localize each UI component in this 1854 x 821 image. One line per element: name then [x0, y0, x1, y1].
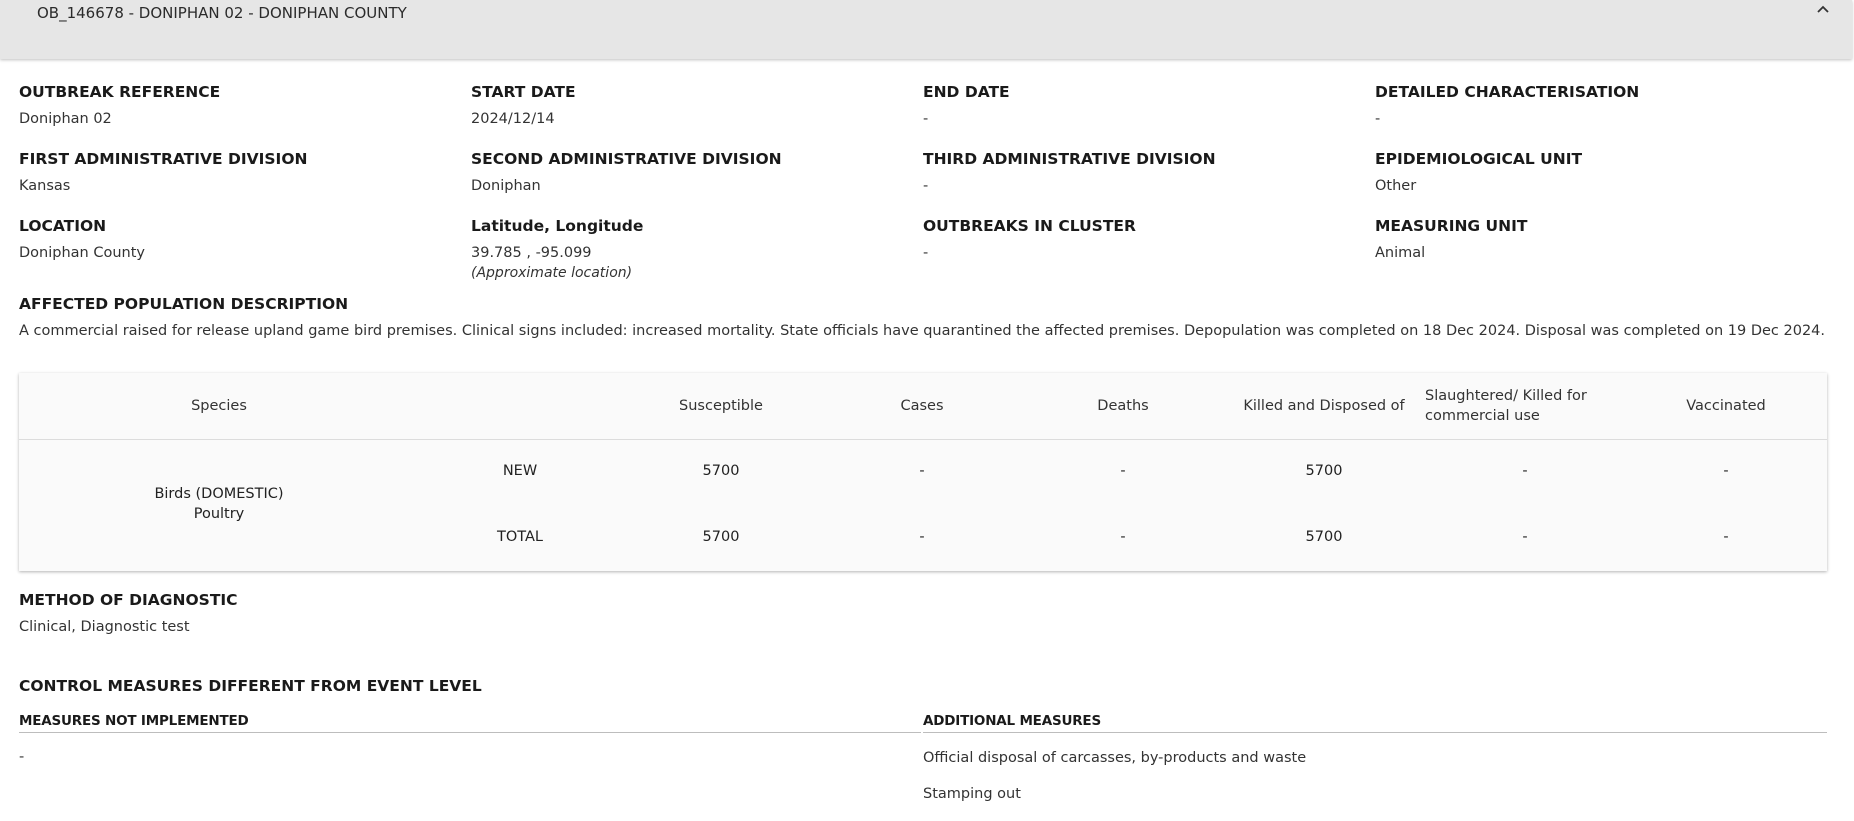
control-measures-label: CONTROL MEASURES DIFFERENT FROM EVENT LE…: [19, 677, 482, 695]
row-new-killed-disposed: 5700: [1305, 463, 1343, 479]
first-admin-division-label: FIRST ADMINISTRATIVE DIVISION: [19, 150, 308, 168]
end-date-value: -: [923, 111, 929, 127]
start-date-value: 2024/12/14: [471, 111, 555, 127]
header-deaths: Deaths: [1097, 398, 1149, 414]
row-total-deaths: -: [1120, 529, 1126, 545]
additional-measure-item: Stamping out: [923, 786, 1021, 802]
row-new-susceptible: 5700: [702, 463, 740, 479]
location-label: LOCATION: [19, 217, 107, 235]
header-susceptible: Susceptible: [679, 398, 763, 414]
additional-measure-item: Official disposal of carcasses, by-produ…: [923, 750, 1307, 766]
row-total-killed-disposed: 5700: [1305, 529, 1343, 545]
approximate-location-note: (Approximate location): [471, 265, 633, 281]
measuring-unit-label: MEASURING UNIT: [1375, 217, 1528, 235]
start-date-label: START DATE: [471, 83, 576, 101]
second-admin-division-label: SECOND ADMINISTRATIVE DIVISION: [471, 150, 782, 168]
affected-population-text: A commercial raised for release upland g…: [19, 323, 1826, 339]
detailed-characterisation-value: -: [1375, 111, 1381, 127]
detailed-characterisation-label: DETAILED CHARACTERISATION: [1375, 83, 1640, 101]
outbreaks-in-cluster-value: -: [923, 245, 929, 261]
row-total-slaughtered: -: [1522, 529, 1528, 545]
epidemiological-unit-label: EPIDEMIOLOGICAL UNIT: [1375, 150, 1583, 168]
panel-title: OB_146678 - DONIPHAN 02 - DONIPHAN COUNT…: [37, 4, 407, 22]
measuring-unit-value: Animal: [1375, 245, 1426, 261]
outbreaks-in-cluster-label: OUTBREAKS IN CLUSTER: [923, 217, 1136, 235]
method-of-diagnostic-label: METHOD OF DIAGNOSTIC: [19, 591, 238, 609]
second-admin-division-value: Doniphan: [471, 178, 541, 194]
row-total-vaccinated: -: [1723, 529, 1729, 545]
row-new-deaths: -: [1120, 463, 1126, 479]
header-species: Species: [191, 398, 247, 414]
row-new-cases: -: [919, 463, 925, 479]
row-new-type: NEW: [502, 463, 538, 479]
epidemiological-unit-value: Other: [1375, 178, 1417, 194]
row-total-susceptible: 5700: [702, 529, 740, 545]
row-total-type: TOTAL: [497, 529, 543, 545]
table-header: Species Susceptible Cases Deaths Killed …: [19, 373, 1827, 440]
method-of-diagnostic-value: Clinical, Diagnostic test: [19, 619, 190, 635]
header-slaughtered: Slaughtered/ Killed for commercial use: [1425, 388, 1587, 424]
species-name: Birds (DOMESTIC): [154, 486, 284, 502]
first-admin-division-value: Kansas: [19, 178, 71, 194]
end-date-label: END DATE: [923, 83, 1010, 101]
header-cases: Cases: [900, 398, 944, 414]
additional-measures-label: ADDITIONAL MEASURES: [923, 713, 1101, 729]
divider-right: [923, 732, 1827, 733]
third-admin-division-label: THIRD ADMINISTRATIVE DIVISION: [923, 150, 1216, 168]
outbreak-reference-value: Doniphan 02: [19, 111, 112, 127]
row-new-vaccinated: -: [1723, 463, 1729, 479]
outbreak-panel-header[interactable]: OB_146678 - DONIPHAN 02 - DONIPHAN COUNT…: [0, 0, 1852, 59]
outbreak-reference-label: OUTBREAK REFERENCE: [19, 83, 221, 101]
species-sub: Poultry: [193, 506, 245, 522]
lat-long-value: 39.785 , -95.099: [471, 245, 592, 261]
third-admin-division-value: -: [923, 178, 929, 194]
header-killed-disposed: Killed and Disposed of: [1243, 398, 1405, 414]
divider-left: [19, 732, 921, 733]
lat-long-label: Latitude, Longitude: [471, 217, 644, 235]
row-new-slaughtered: -: [1522, 463, 1528, 479]
species-table: Species Susceptible Cases Deaths Killed …: [19, 373, 1827, 571]
row-total-cases: -: [919, 529, 925, 545]
header-vaccinated: Vaccinated: [1686, 398, 1766, 414]
location-value: Doniphan County: [19, 245, 145, 261]
measures-not-implemented-label: MEASURES NOT IMPLEMENTED: [19, 713, 249, 729]
affected-population-label: AFFECTED POPULATION DESCRIPTION: [19, 295, 349, 313]
chevron-up-icon[interactable]: [1812, 0, 1834, 18]
outbreak-detail-page: OB_146678 - DONIPHAN 02 - DONIPHAN COUNT…: [0, 0, 1854, 821]
measures-not-implemented-item: -: [19, 749, 25, 765]
